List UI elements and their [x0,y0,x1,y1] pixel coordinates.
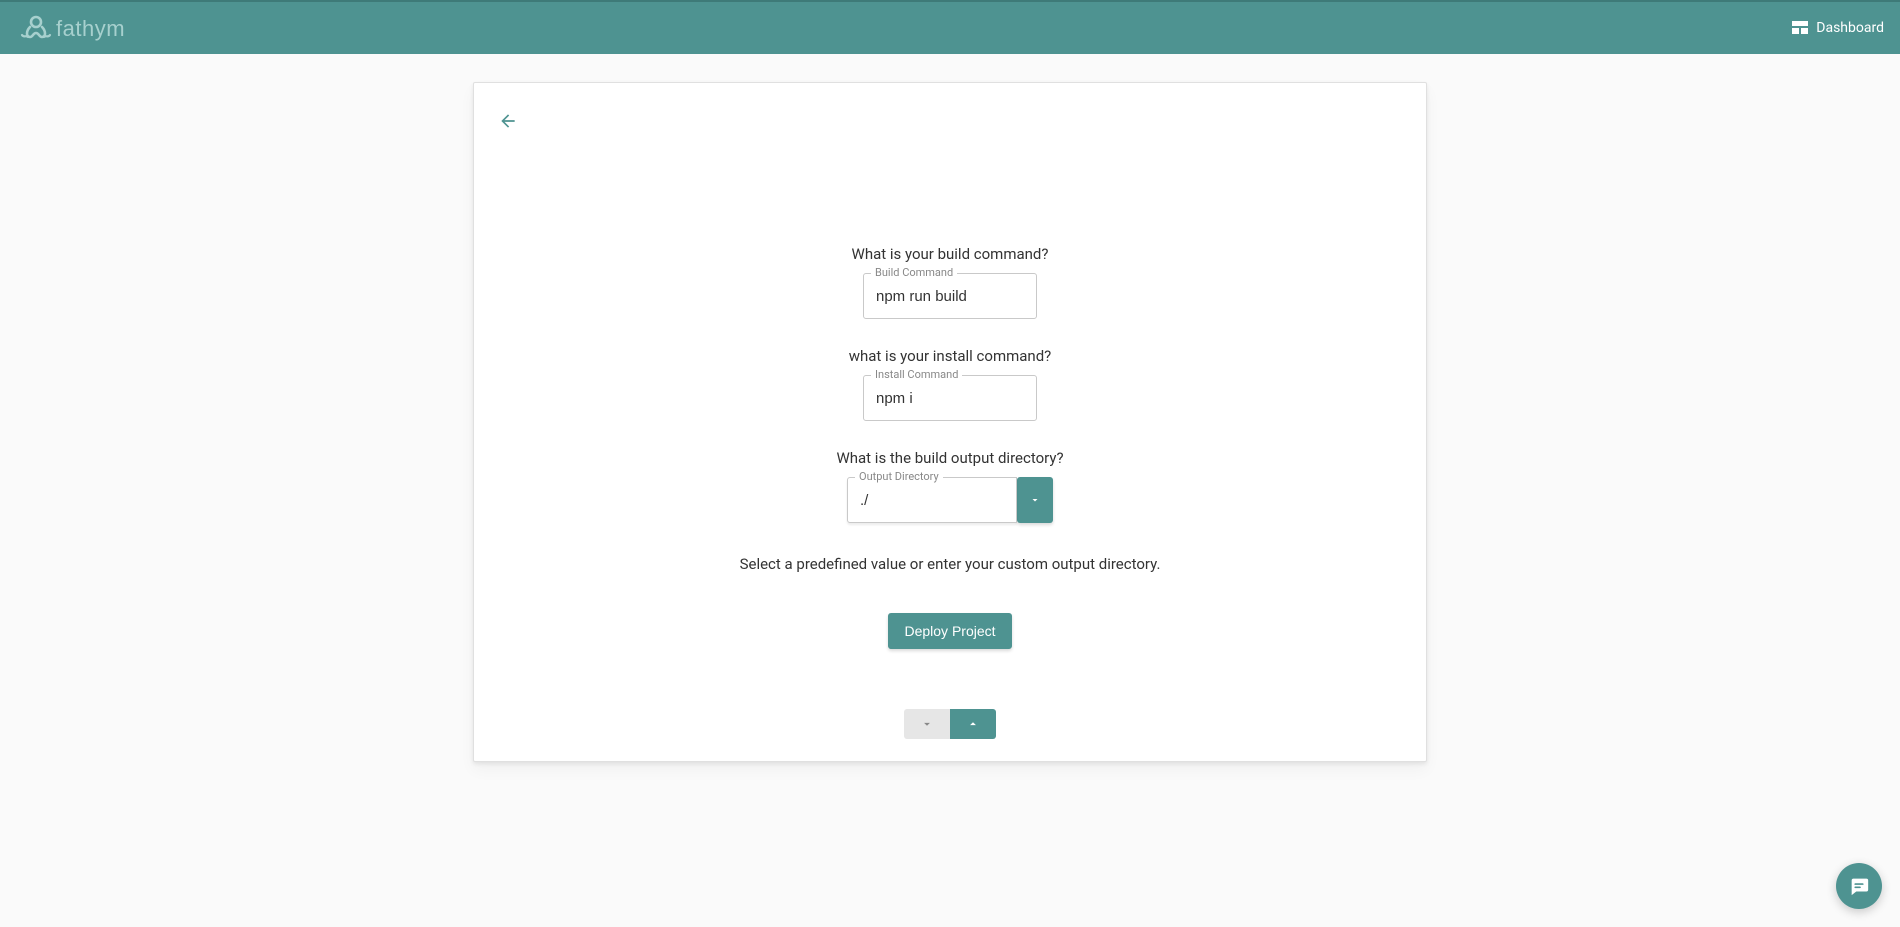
build-command-field-wrap: Build Command [863,273,1037,319]
deploy-form: What is your build command? Build Comman… [498,245,1402,649]
dashboard-label: Dashboard [1816,20,1884,36]
step-next-button[interactable] [950,709,996,739]
fathym-logo-icon: fathym [16,11,166,45]
brand-text: fathym [56,16,125,41]
setup-card: What is your build command? Build Comman… [473,82,1427,762]
back-button[interactable] [498,111,522,135]
install-command-question: what is your install command? [849,347,1052,365]
output-dir-dropdown-button[interactable] [1017,477,1053,523]
build-command-input[interactable] [863,273,1037,319]
output-dir-helper: Select a predefined value or enter your … [740,555,1161,573]
deploy-project-button[interactable]: Deploy Project [888,613,1011,649]
dashboard-icon [1792,21,1808,35]
dashboard-link[interactable]: Dashboard [1792,20,1884,36]
caret-down-icon [1029,494,1041,506]
build-command-label: Build Command [871,266,957,279]
output-dir-label: Output Directory [855,470,943,483]
install-command-label: Install Command [871,368,962,381]
output-dir-field-wrap: Output Directory [847,477,1017,523]
chat-fab[interactable] [1836,863,1882,909]
brand-logo[interactable]: fathym [16,11,166,45]
build-command-question: What is your build command? [852,245,1049,263]
arrow-left-icon [498,111,518,131]
step-pager [498,709,1402,739]
chevron-down-icon [920,717,934,731]
install-command-field-wrap: Install Command [863,375,1037,421]
output-dir-combo: Output Directory [847,477,1053,523]
chevron-up-icon [966,717,980,731]
install-command-input[interactable] [863,375,1037,421]
step-prev-button[interactable] [904,709,950,739]
chat-icon [1848,875,1870,897]
output-dir-question: What is the build output directory? [836,449,1063,467]
output-dir-input[interactable] [847,477,1017,523]
top-bar: fathym Dashboard [0,0,1900,54]
